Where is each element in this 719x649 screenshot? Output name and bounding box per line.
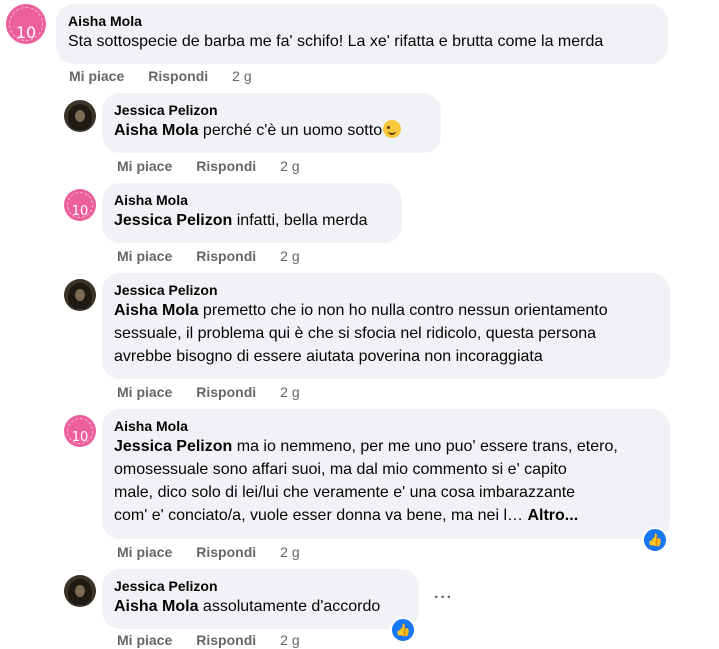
comment-actions: Mi piace Rispondi 2 g bbox=[117, 383, 300, 401]
avatar-text: 10 bbox=[71, 204, 89, 219]
comment-text: infatti, bella merda bbox=[236, 212, 368, 229]
comment-author[interactable]: Aisha Mola bbox=[114, 191, 390, 209]
comment-text: premetto che io non ho nulla contro ness… bbox=[202, 302, 608, 319]
like-button[interactable]: Mi piace bbox=[117, 632, 172, 648]
like-button[interactable]: Mi piace bbox=[117, 248, 172, 264]
comment-bubble: Aisha Mola Sta sottospecie de barba me f… bbox=[56, 4, 668, 64]
comment-time[interactable]: 2 g bbox=[280, 158, 299, 174]
comment-actions: Mi piace Rispondi 2 g bbox=[117, 631, 300, 649]
comment-text: ma io nemmeno, per me uno puo' essere tr… bbox=[236, 438, 618, 455]
mention-link[interactable]: Aisha Mola bbox=[114, 598, 198, 615]
comment-actions: Mi piace Rispondi 2 g bbox=[117, 247, 300, 265]
reply-button[interactable]: Rispondi bbox=[196, 384, 256, 400]
comment-text-line: com' e' conciato/a, vuole esser donna va… bbox=[114, 504, 658, 527]
comment-text: sessuale, il problema qui è che si sfoci… bbox=[114, 325, 597, 342]
comment-actions: Mi piace Rispondi 2 g bbox=[69, 67, 252, 85]
comment-author[interactable]: Aisha Mola bbox=[114, 417, 658, 435]
avatar-text: 10 bbox=[15, 23, 37, 42]
comment-author[interactable]: Jessica Pelizon bbox=[114, 281, 658, 299]
comment-text: assolutamente d'accordo bbox=[202, 598, 381, 615]
like-reaction-icon[interactable]: 👍 bbox=[642, 527, 668, 553]
comment-text-line: Aisha Mola assolutamente d'accordo bbox=[114, 595, 407, 618]
comment-text: perché c'è un uomo sotto bbox=[202, 122, 383, 139]
comment-text-line: Jessica Pelizon infatti, bella merda bbox=[114, 209, 390, 232]
more-options-icon[interactable]: ··· bbox=[434, 589, 453, 607]
like-button[interactable]: Mi piace bbox=[117, 384, 172, 400]
winking-face-icon bbox=[383, 120, 402, 138]
comment-time[interactable]: 2 g bbox=[280, 544, 299, 560]
comment-text: omosessuale sono affari suoi, ma dal mio… bbox=[114, 461, 567, 478]
avatar[interactable]: 10 bbox=[6, 4, 46, 44]
comment-actions: Mi piace Rispondi 2 g bbox=[117, 543, 300, 561]
comment-bubble: Jessica Pelizon Aisha Mola perché c'è un… bbox=[102, 93, 441, 153]
like-button[interactable]: Mi piace bbox=[117, 158, 172, 174]
avatar[interactable]: 10 bbox=[64, 189, 96, 221]
mention-link[interactable]: Aisha Mola bbox=[114, 302, 198, 319]
avatar-face bbox=[75, 289, 85, 301]
comment-text-line: Aisha Mola perché c'è un uomo sotto bbox=[114, 119, 429, 142]
mention-link[interactable]: Aisha Mola bbox=[114, 122, 198, 139]
comment-text-line: Jessica Pelizon ma io nemmeno, per me un… bbox=[114, 435, 658, 458]
comment-text-line: Aisha Mola premetto che io non ho nulla … bbox=[114, 299, 658, 322]
comment-time[interactable]: 2 g bbox=[280, 384, 299, 400]
like-button[interactable]: Mi piace bbox=[69, 68, 124, 84]
avatar[interactable] bbox=[64, 279, 96, 311]
comment-text: com' e' conciato/a, vuole esser donna va… bbox=[114, 507, 524, 524]
avatar-text: 10 bbox=[71, 430, 89, 445]
see-more-link[interactable]: Altro... bbox=[527, 507, 578, 524]
like-reaction-icon[interactable]: 👍 bbox=[390, 617, 416, 643]
reply-button[interactable]: Rispondi bbox=[196, 158, 256, 174]
comment-time[interactable]: 2 g bbox=[280, 248, 299, 264]
mention-link[interactable]: Jessica Pelizon bbox=[114, 212, 232, 229]
avatar[interactable] bbox=[64, 575, 96, 607]
comment-text: avrebbe bisogno di essere aiutata poveri… bbox=[114, 348, 543, 365]
comment-bubble: Aisha Mola Jessica Pelizon infatti, bell… bbox=[102, 183, 402, 243]
like-button[interactable]: Mi piace bbox=[117, 544, 172, 560]
comment-author[interactable]: Jessica Pelizon bbox=[114, 577, 407, 595]
comment-time[interactable]: 2 g bbox=[232, 68, 251, 84]
reply-button[interactable]: Rispondi bbox=[196, 544, 256, 560]
comment-bubble: Jessica Pelizon Aisha Mola assolutamente… bbox=[102, 569, 419, 629]
comment-author[interactable]: Aisha Mola bbox=[68, 12, 656, 30]
comment-author[interactable]: Jessica Pelizon bbox=[114, 101, 429, 119]
comment-time[interactable]: 2 g bbox=[280, 632, 299, 648]
mention-link[interactable]: Jessica Pelizon bbox=[114, 438, 232, 455]
reply-button[interactable]: Rispondi bbox=[196, 632, 256, 648]
avatar[interactable] bbox=[64, 100, 96, 132]
comment-text: male, dico solo di lei/lui che veramente… bbox=[114, 484, 576, 501]
reply-button[interactable]: Rispondi bbox=[148, 68, 208, 84]
reply-button[interactable]: Rispondi bbox=[196, 248, 256, 264]
comment-actions: Mi piace Rispondi 2 g bbox=[117, 157, 300, 175]
comment-text: Sta sottospecie de barba me fa' schifo! … bbox=[68, 33, 604, 50]
avatar-face bbox=[75, 585, 85, 597]
comment-bubble: Jessica Pelizon Aisha Mola premetto che … bbox=[102, 273, 670, 379]
avatar-face bbox=[75, 110, 85, 122]
avatar[interactable]: 10 bbox=[64, 415, 96, 447]
comment-bubble: Aisha Mola Jessica Pelizon ma io nemmeno… bbox=[102, 409, 670, 539]
